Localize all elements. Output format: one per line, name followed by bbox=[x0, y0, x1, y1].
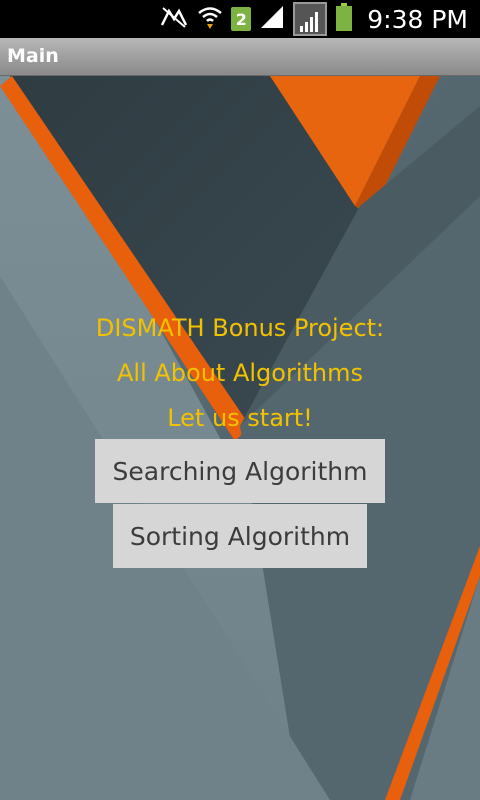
background-material-art bbox=[0, 76, 480, 800]
app-title: Main bbox=[7, 45, 59, 67]
subtitle-line: All About Algorithms bbox=[116, 359, 363, 387]
searching-algorithm-button[interactable]: Searching Algorithm bbox=[95, 439, 385, 503]
wifi-icon bbox=[197, 4, 223, 34]
main-content: DISMATH Bonus Project: All About Algorit… bbox=[0, 76, 480, 800]
sorting-algorithm-button[interactable]: Sorting Algorithm bbox=[113, 504, 367, 568]
screen: 2 9:38 PM Main DISMATH Bonus Project: Al… bbox=[0, 0, 480, 800]
app-title-bar: Main bbox=[0, 38, 480, 76]
clock-time: 9:38 PM bbox=[367, 4, 468, 34]
status-bar: 2 9:38 PM bbox=[0, 0, 480, 38]
notification-count-badge: 2 bbox=[231, 7, 252, 31]
project-title-line: DISMATH Bonus Project: bbox=[95, 314, 385, 342]
status-icons: 2 9:38 PM bbox=[159, 0, 468, 38]
signal-strength-icon bbox=[293, 2, 328, 36]
battery-icon bbox=[335, 3, 353, 35]
signal-icon bbox=[259, 4, 285, 34]
start-prompt: Let us start! bbox=[167, 404, 313, 432]
notifications-off-icon bbox=[159, 5, 189, 33]
